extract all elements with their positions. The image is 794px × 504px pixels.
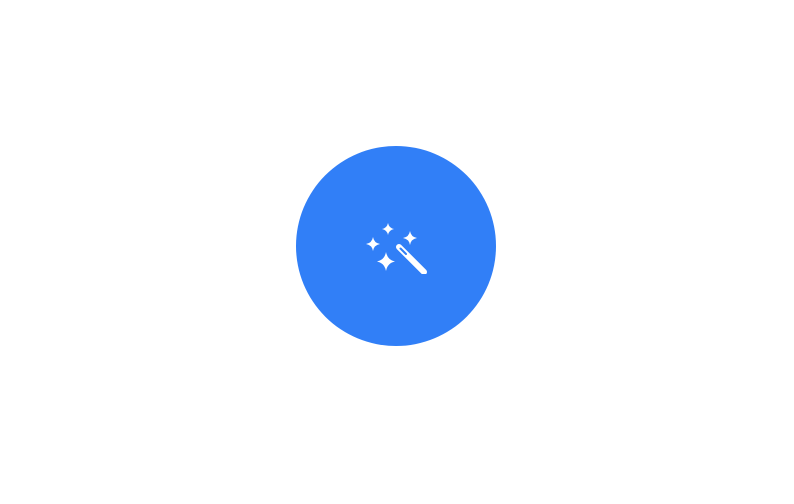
magic-wand-button[interactable] [296,146,496,346]
magic-wand-sparkles-icon [364,218,428,274]
page-canvas [0,0,794,504]
